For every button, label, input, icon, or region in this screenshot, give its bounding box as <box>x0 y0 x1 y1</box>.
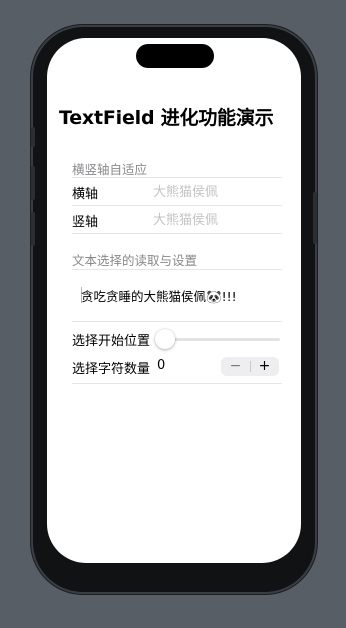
selection-count-label: 选择字符数量 <box>72 362 151 377</box>
selection-count-stepper[interactable]: − + <box>221 357 279 376</box>
page-title: TextField 进化功能演示 <box>59 107 274 129</box>
increment-button[interactable]: + <box>250 357 279 376</box>
divider <box>72 205 282 206</box>
action-button <box>31 127 35 147</box>
decrement-button[interactable]: − <box>221 357 250 376</box>
selection-text-field[interactable]: 贪吃贪睡的大熊猫侯佩🐼!!! <box>81 286 237 305</box>
slider-thumb[interactable] <box>155 329 175 349</box>
divider <box>72 177 282 178</box>
selection-section-header: 文本选择的读取与设置 <box>72 253 198 268</box>
power-button <box>313 192 317 244</box>
divider <box>72 233 282 234</box>
volume-up-button <box>31 166 35 200</box>
horizontal-axis-field[interactable] <box>153 183 273 201</box>
selection-start-label: 选择开始位置 <box>72 334 151 349</box>
dynamic-island <box>136 44 214 68</box>
divider <box>72 383 282 384</box>
divider <box>72 269 282 270</box>
axis-section-header: 横竖轴自适应 <box>72 162 148 177</box>
divider <box>72 321 282 322</box>
vertical-axis-field[interactable] <box>153 211 273 229</box>
selection-start-slider[interactable] <box>160 338 280 341</box>
vertical-axis-label: 竖轴 <box>72 215 99 230</box>
selection-count-value: 0 <box>157 358 166 373</box>
horizontal-axis-label: 横轴 <box>72 187 99 202</box>
screen: TextField 进化功能演示 横竖轴自适应 横轴 竖轴 文本选择的读取与设置… <box>47 38 301 563</box>
volume-down-button <box>31 212 35 246</box>
